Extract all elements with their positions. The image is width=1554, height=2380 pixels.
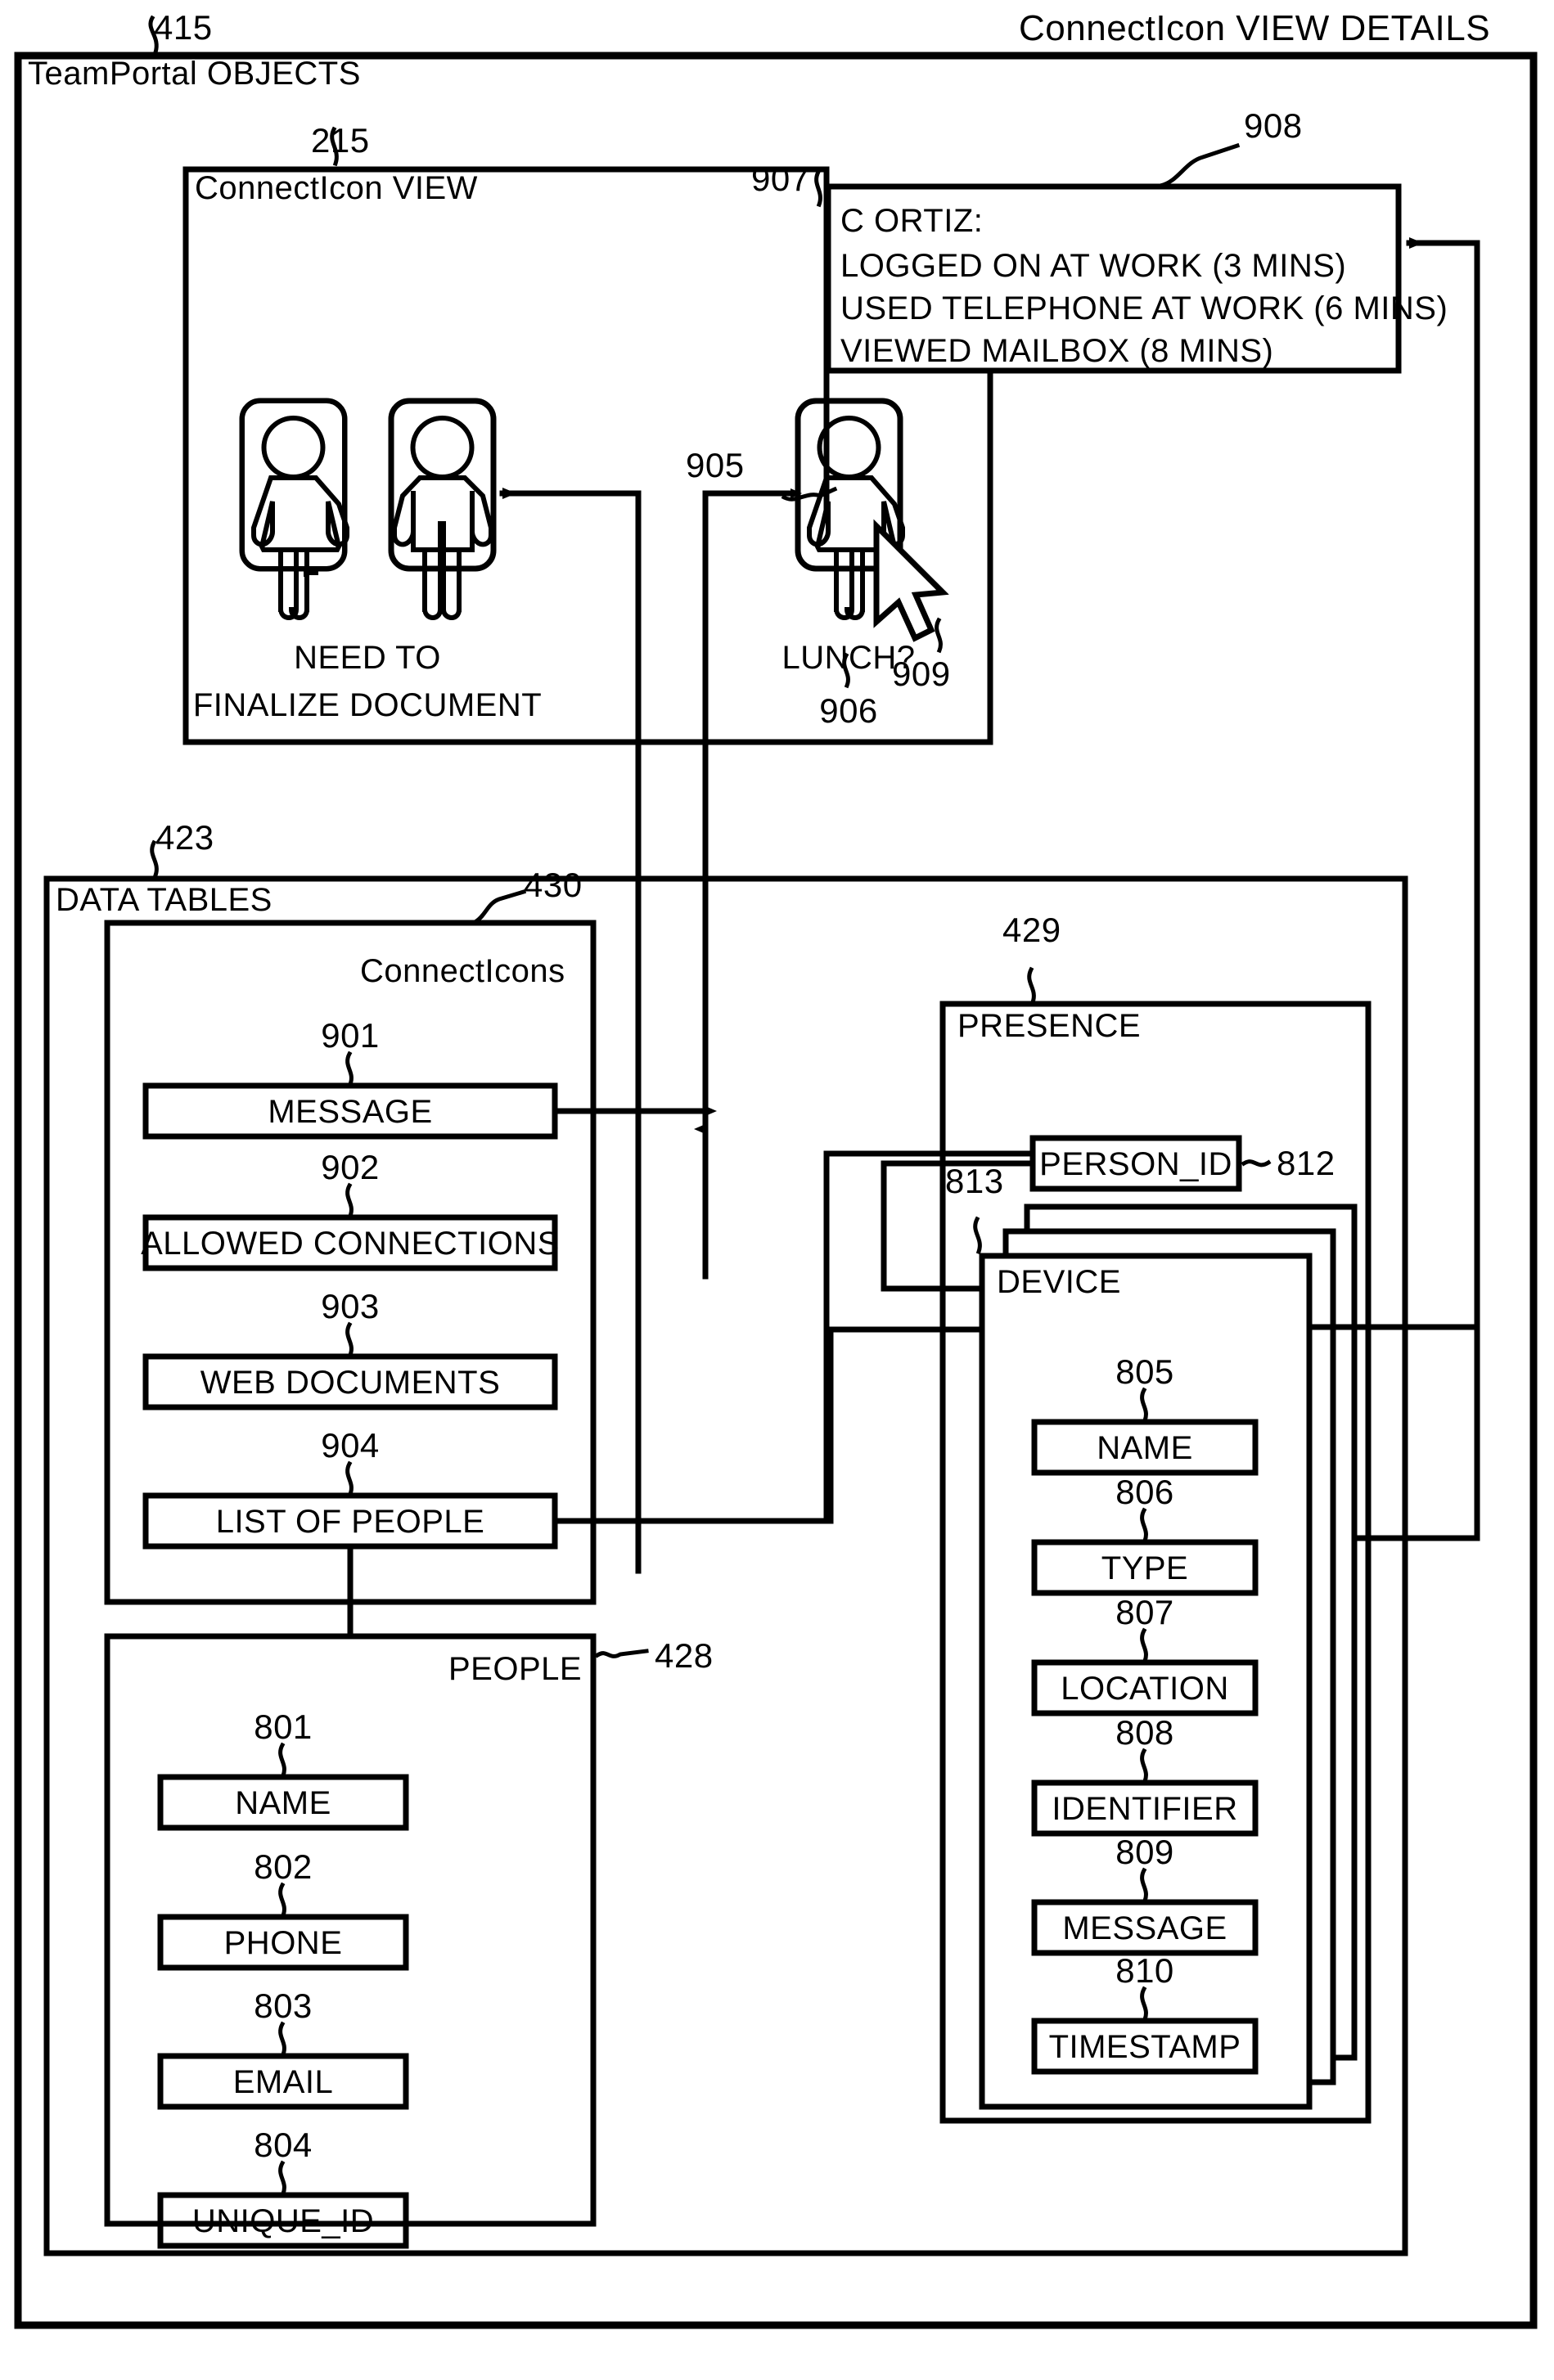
outer-frame-label: TeamPortal OBJECTS [28, 56, 361, 92]
connecticon-caption-line2: FINALIZE DOCUMENT [192, 687, 543, 723]
patent-figure-page: ConnectIcon VIEW DETAILS 415 TeamPortal … [0, 0, 1554, 2380]
field-device-type-806: TYPE [1101, 1550, 1189, 1586]
ref-902: 902 [321, 1148, 380, 1186]
ref-909: 909 [892, 655, 951, 693]
ref-423: 423 [155, 818, 214, 857]
ref-215: 215 [311, 121, 370, 160]
ref-812: 812 [1277, 1144, 1336, 1182]
ref-807: 807 [1115, 1593, 1174, 1631]
connecticons-table-label: ConnectIcons [360, 953, 565, 989]
ref-901: 901 [321, 1016, 380, 1055]
diagram-vector-layer [14, 15, 1538, 2329]
ref-805: 805 [1115, 1352, 1174, 1391]
details-popup-line-3: VIEWED MAILBOX (8 MINS) [840, 333, 1274, 369]
field-device-location-807: LOCATION [1061, 1671, 1229, 1707]
field-unique-id-804: UNIQUE_ID [191, 2203, 375, 2239]
ref-802: 802 [254, 1847, 313, 1886]
ref-906: 906 [819, 691, 878, 730]
device-table-label: DEVICE [997, 1264, 1121, 1300]
details-popup-line-1: LOGGED ON AT WORK (3 MINS) [840, 248, 1347, 284]
ref-903: 903 [321, 1287, 380, 1325]
details-popup-line-2: USED TELEPHONE AT WORK (6 MINS) [840, 290, 1448, 326]
field-device-timestamp-810: TIMESTAMP [1048, 2029, 1241, 2065]
ref-415: 415 [154, 8, 213, 47]
ref-808: 808 [1115, 1713, 1174, 1752]
ref-801: 801 [254, 1707, 313, 1746]
ref-905: 905 [686, 446, 745, 484]
field-list-of-people-904: LIST OF PEOPLE [215, 1504, 485, 1540]
ref-804: 804 [254, 2126, 313, 2164]
data-tables-label: DATA TABLES [56, 882, 273, 918]
field-person-id-812: PERSON_ID [1039, 1146, 1232, 1182]
ref-908: 908 [1244, 106, 1303, 145]
field-allowed-connections-902: ALLOWED CONNECTIONS [141, 1226, 560, 1262]
presence-table-label: PRESENCE [957, 1008, 1142, 1044]
connecticon-caption-line1: NEED TO [294, 640, 441, 676]
field-device-identifier-808: IDENTIFIER [1052, 1791, 1238, 1827]
ref-809: 809 [1115, 1833, 1174, 1871]
details-popup-line-0: C ORTIZ: [840, 203, 984, 239]
ref-430: 430 [524, 866, 583, 904]
page-header-title: ConnectIcon VIEW DETAILS [1019, 8, 1491, 48]
ref-806: 806 [1115, 1473, 1174, 1511]
ref-428: 428 [655, 1636, 714, 1675]
field-device-name-805: NAME [1097, 1430, 1193, 1466]
connecticon-view-label: ConnectIcon VIEW [195, 170, 478, 206]
field-device-message-809: MESSAGE [1062, 1910, 1227, 1946]
ref-429: 429 [1002, 911, 1061, 949]
ref-907: 907 [751, 160, 810, 198]
ref-803: 803 [254, 1986, 313, 2025]
field-message-901: MESSAGE [268, 1094, 433, 1130]
field-web-documents-903: WEB DOCUMENTS [200, 1365, 501, 1401]
people-table-label: PEOPLE [448, 1651, 583, 1687]
field-email-803: EMAIL [232, 2064, 334, 2100]
ref-813: 813 [945, 1162, 1004, 1200]
field-name-801: NAME [235, 1785, 331, 1821]
field-phone-802: PHONE [223, 1925, 343, 1961]
ref-810: 810 [1115, 1951, 1174, 1990]
ref-904: 904 [321, 1426, 380, 1464]
